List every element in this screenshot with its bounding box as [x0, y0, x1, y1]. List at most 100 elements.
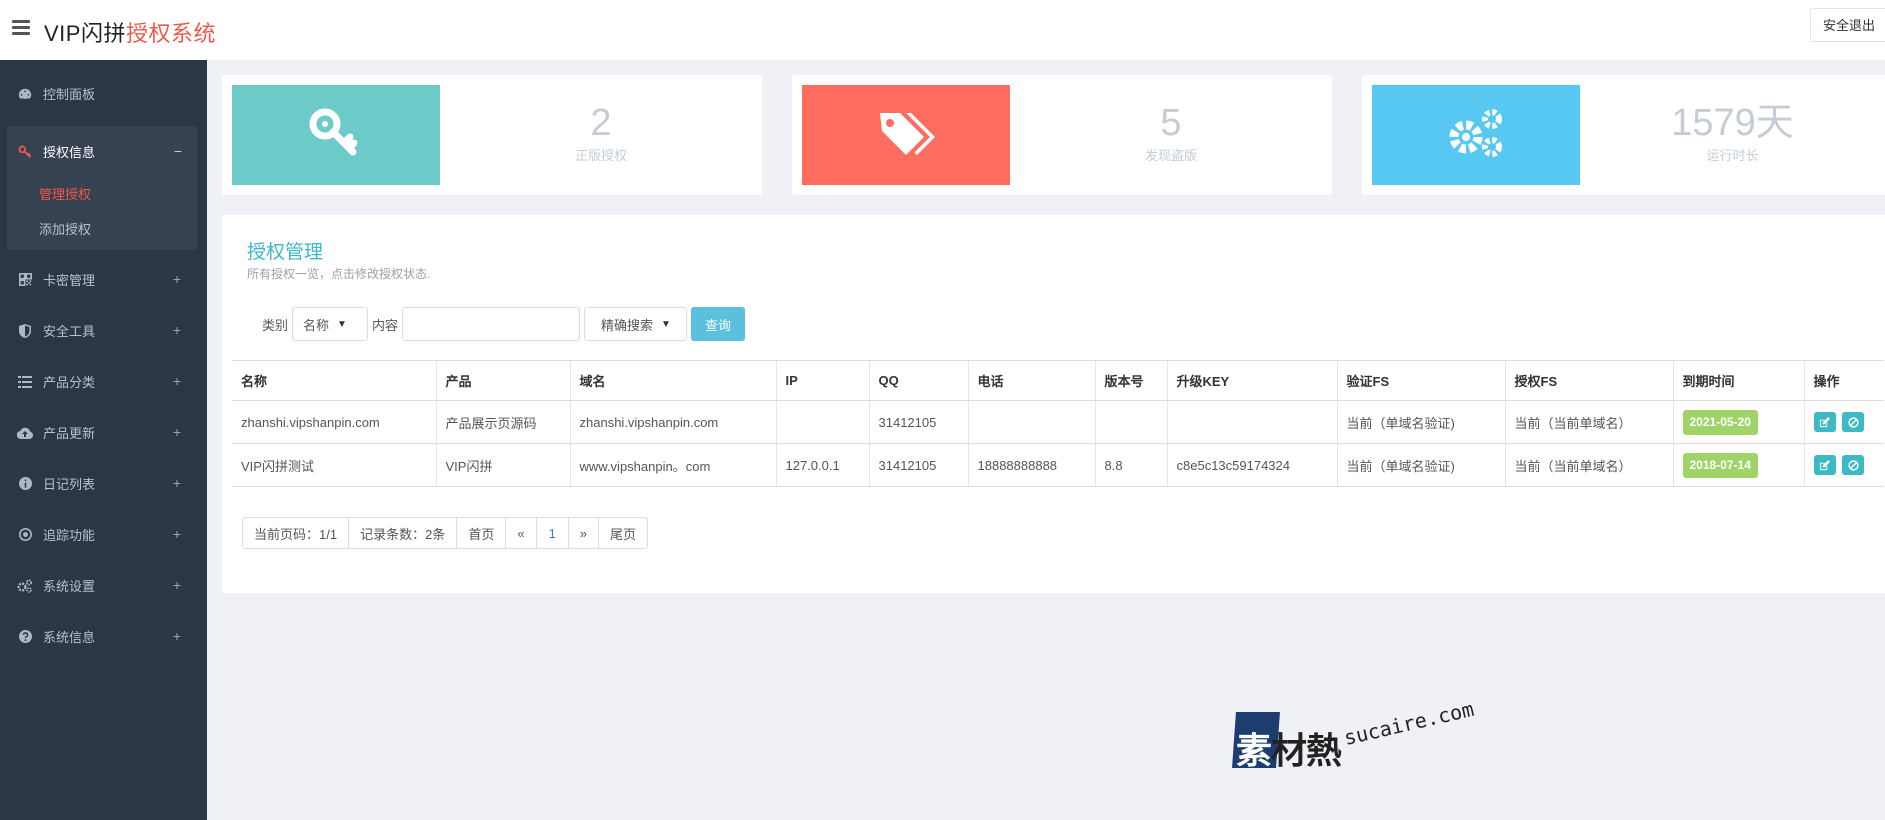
table-row[interactable]: VIP闪拼测试 VIP闪拼 www.vipshanpin。com 127.0.0…: [232, 443, 1884, 487]
column-header: 操作: [1803, 360, 1884, 401]
expand-icon[interactable]: +: [173, 475, 181, 491]
pagination-last[interactable]: 尾页: [598, 518, 647, 548]
cell-ip: [775, 400, 869, 444]
sidebar-item-label: 产品分类: [43, 375, 96, 390]
column-header: 验证FS: [1336, 360, 1505, 401]
cell-domain: www.vipshanpin。com: [569, 443, 776, 487]
shield-icon: [17, 323, 33, 339]
collapse-icon[interactable]: −: [174, 143, 182, 159]
sidebar-item-label: 产品更新: [43, 426, 96, 441]
table-row[interactable]: zhanshi.vipshanpin.com 产品展示页源码 zhanshi.v…: [232, 400, 1884, 444]
expand-icon[interactable]: +: [173, 373, 181, 389]
gears-icon: [17, 578, 33, 594]
sidebar-item-log-list[interactable]: 日记列表 +: [0, 458, 207, 509]
ban-icon: [1847, 416, 1859, 428]
column-header: 到期时间: [1672, 360, 1804, 401]
category-select-value: 名称: [303, 317, 330, 333]
sidebar-item-dashboard[interactable]: 控制面板: [0, 68, 207, 119]
license-management-panel: 授权管理 所有授权一览，点击修改授权状态. 类别 名称 ▼ 内容 精确搜索 ▼ …: [222, 215, 1885, 593]
sidebar: 控制面板 授权信息 − 管理授权 添加授权 卡密管理 + 安全工具 + 产品分类: [0, 60, 207, 820]
sidebar-item-system-settings[interactable]: 系统设置 +: [0, 560, 207, 611]
cell-auth-fs: 当前（当前单域名）: [1504, 400, 1673, 444]
pagination-next[interactable]: »: [567, 518, 598, 548]
cell-phone: 18888888888: [967, 443, 1095, 487]
sidebar-item-product-update[interactable]: 产品更新 +: [0, 407, 207, 458]
sidebar-item-label: 授权信息: [43, 145, 96, 160]
stat-card-licensed: 2 正版授权: [222, 75, 762, 195]
expire-date-badge: 2021-05-20: [1682, 409, 1758, 435]
stat-label: 发现盗版: [1144, 148, 1197, 163]
list-icon: [17, 374, 33, 390]
cell-product: VIP闪拼: [435, 443, 570, 487]
key-icon: [308, 106, 364, 165]
stat-value: 5: [1160, 102, 1182, 144]
cell-auth-fs: 当前（当前单域名）: [1504, 443, 1673, 487]
expand-icon[interactable]: +: [173, 424, 181, 440]
dashboard-icon: [17, 86, 33, 102]
column-header: IP: [775, 360, 869, 401]
panel-title: 授权管理: [247, 242, 324, 263]
cloud-upload-icon: [17, 425, 33, 441]
expand-icon[interactable]: +: [173, 322, 181, 338]
pagination-current-page: 当前页码：1/1: [254, 526, 338, 542]
search-bar: 类别 名称 ▼ 内容 精确搜索 ▼ 查询: [262, 307, 746, 341]
sidebar-item-label: 追踪功能: [43, 528, 96, 543]
sidebar-item-card-keys[interactable]: 卡密管理 +: [0, 254, 207, 305]
pagination-page-1[interactable]: 1: [535, 518, 568, 548]
stat-icon-box: [232, 85, 440, 185]
column-header: 名称: [232, 360, 436, 401]
sidebar-item-security-tools[interactable]: 安全工具 +: [0, 305, 207, 356]
stat-label: 运行时长: [1706, 148, 1759, 163]
ban-icon: [1847, 459, 1859, 471]
column-header: 产品: [435, 360, 570, 401]
target-icon: [17, 527, 33, 543]
cell-domain: zhanshi.vipshanpin.com: [569, 400, 776, 444]
sidebar-item-label: 日记列表: [43, 477, 96, 492]
top-header: VIP闪拼授权系统 安全退出: [0, 0, 1885, 60]
stat-card-uptime: 1579天 运行时长: [1362, 75, 1885, 195]
sidebar-subitem-add-license[interactable]: 添加授权: [7, 212, 197, 247]
chevron-down-icon: ▼: [661, 318, 671, 330]
disable-button[interactable]: [1842, 455, 1865, 475]
pagination-prev[interactable]: «: [505, 518, 535, 548]
cell-verify-fs: 当前（单域名验证): [1336, 443, 1505, 487]
sidebar-item-license-info[interactable]: 授权信息 −: [7, 126, 197, 177]
logout-button[interactable]: 安全退出: [1809, 8, 1885, 42]
expand-icon[interactable]: +: [173, 628, 181, 644]
content-input[interactable]: [402, 307, 581, 341]
category-select[interactable]: 名称 ▼: [292, 307, 369, 341]
expire-date-badge: 2018-07-14: [1682, 452, 1758, 478]
sidebar-item-system-info[interactable]: 系统信息 +: [0, 611, 207, 662]
stat-icon-box: [1372, 85, 1580, 185]
qrcode-icon: [17, 272, 33, 288]
stat-value: 1579天: [1671, 102, 1794, 144]
sidebar-subitem-manage-license[interactable]: 管理授权: [7, 177, 197, 212]
expand-icon[interactable]: +: [173, 577, 181, 593]
query-button[interactable]: 查询: [691, 307, 746, 341]
cell-name: zhanshi.vipshanpin.com: [232, 400, 436, 444]
edit-button[interactable]: [1813, 455, 1836, 475]
cell-qq: 31412105: [868, 400, 968, 444]
expand-icon[interactable]: +: [173, 526, 181, 542]
expand-icon[interactable]: +: [173, 271, 181, 287]
cell-qq: 31412105: [868, 443, 968, 487]
stat-card-pirated: 5 发现盗版: [792, 75, 1332, 195]
gears-icon: [1446, 107, 1506, 164]
sidebar-item-tracking[interactable]: 追踪功能 +: [0, 509, 207, 560]
disable-button[interactable]: [1842, 412, 1865, 432]
search-mode-select[interactable]: 精确搜索 ▼: [584, 307, 688, 341]
watermark-logo: 素材熱 sucaire.com: [1232, 697, 1482, 782]
sidebar-item-product-category[interactable]: 产品分类 +: [0, 356, 207, 407]
edit-button[interactable]: [1813, 412, 1836, 432]
column-header: 电话: [967, 360, 1095, 401]
cell-actions: [1803, 443, 1884, 487]
sidebar-group-license: 授权信息 − 管理授权 添加授权: [7, 126, 197, 250]
pagination-first[interactable]: 首页: [456, 518, 505, 548]
edit-icon: [1819, 459, 1830, 470]
column-header: 域名: [569, 360, 776, 401]
info-circle-icon: [17, 476, 33, 492]
tags-icon: [876, 109, 936, 162]
stat-value: 2: [590, 102, 612, 144]
cell-expire: 2021-05-20: [1672, 400, 1804, 444]
hamburger-menu-icon[interactable]: [12, 20, 30, 36]
